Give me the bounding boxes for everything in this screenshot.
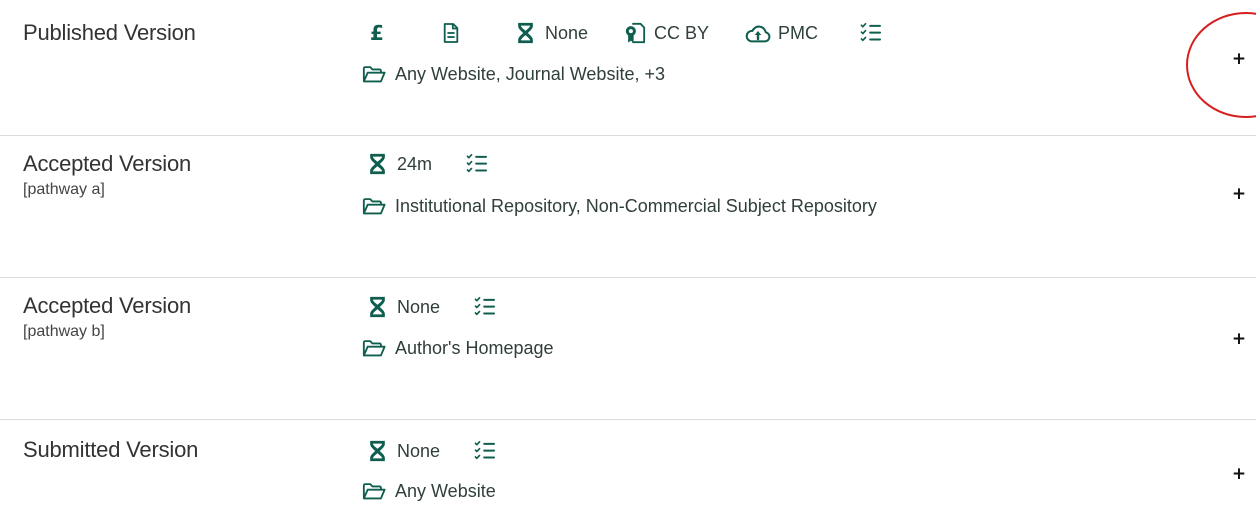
locations-value: Any Website, Journal Website, +3 bbox=[395, 64, 665, 84]
folder-icon bbox=[362, 479, 386, 503]
hourglass-icon bbox=[366, 152, 388, 176]
copyright-item bbox=[440, 21, 462, 45]
cloud-upload-icon bbox=[745, 21, 771, 45]
folder-icon bbox=[362, 194, 386, 218]
hourglass-icon bbox=[366, 295, 388, 319]
locations-line: Institutional Repository, Non-Commercial… bbox=[362, 192, 877, 220]
route-summary: 24m bbox=[366, 150, 488, 178]
locations-value: Institutional Repository, Non-Commercial… bbox=[395, 196, 877, 216]
pound-icon: £ bbox=[370, 21, 384, 45]
route-summary: £ None CC BY PMC bbox=[366, 19, 882, 47]
document-icon bbox=[440, 21, 462, 45]
additional-fee-item: £ bbox=[366, 21, 388, 45]
permitted-oa-row-submitted: Submitted Version None Any Website + bbox=[0, 420, 1256, 502]
expand-button[interactable]: + bbox=[1231, 464, 1247, 484]
permitted-oa-row-published: Published Version £ None CC BY PMC Any W… bbox=[0, 0, 1256, 135]
deposit-value: PMC bbox=[778, 23, 819, 43]
version-label: Submitted Version bbox=[23, 437, 199, 462]
pathway-label: [pathway a] bbox=[23, 181, 105, 198]
pathway-label: [pathway b] bbox=[23, 323, 105, 340]
folder-icon bbox=[362, 62, 386, 86]
locations-line: Any Website, Journal Website, +3 bbox=[362, 60, 665, 88]
embargo-value: None bbox=[397, 297, 441, 317]
expand-button[interactable]: + bbox=[1231, 49, 1247, 69]
version-label: Accepted Version bbox=[23, 151, 192, 176]
conditions-item bbox=[466, 152, 488, 176]
license-value: CC BY bbox=[654, 23, 710, 43]
locations-value: Author's Homepage bbox=[395, 338, 554, 358]
locations-value: Any Website bbox=[395, 481, 496, 501]
embargo-item: 24m bbox=[366, 152, 432, 176]
conditions-item bbox=[474, 295, 496, 319]
embargo-value: None bbox=[545, 23, 589, 43]
permitted-oa-row-accepted-b: Accepted Version [pathway b] None Author… bbox=[0, 278, 1256, 419]
permitted-oa-row-accepted-a: Accepted Version [pathway a] 24m Institu… bbox=[0, 136, 1256, 277]
expand-button[interactable]: + bbox=[1231, 184, 1247, 204]
checklist-icon bbox=[466, 152, 488, 176]
route-summary: None bbox=[366, 437, 496, 465]
license-icon bbox=[624, 21, 646, 45]
checklist-icon bbox=[860, 21, 882, 45]
version-label: Accepted Version bbox=[23, 293, 192, 318]
locations-line: Author's Homepage bbox=[362, 334, 554, 362]
hourglass-icon bbox=[366, 439, 388, 463]
conditions-item bbox=[474, 439, 496, 463]
expand-button[interactable]: + bbox=[1231, 329, 1247, 349]
folder-icon bbox=[362, 336, 386, 360]
checklist-icon bbox=[474, 295, 496, 319]
embargo-item: None bbox=[366, 439, 440, 463]
checklist-icon bbox=[474, 439, 496, 463]
route-summary: None bbox=[366, 293, 496, 321]
locations-line: Any Website bbox=[362, 477, 496, 505]
embargo-value: None bbox=[397, 441, 441, 461]
embargo-value: 24m bbox=[397, 154, 433, 174]
embargo-item: None bbox=[514, 21, 588, 45]
embargo-item: None bbox=[366, 295, 440, 319]
license-item: CC BY bbox=[624, 21, 709, 45]
hourglass-icon bbox=[514, 21, 536, 45]
version-label: Published Version bbox=[23, 20, 196, 45]
conditions-item bbox=[860, 21, 882, 45]
deposit-item: PMC bbox=[745, 21, 818, 45]
